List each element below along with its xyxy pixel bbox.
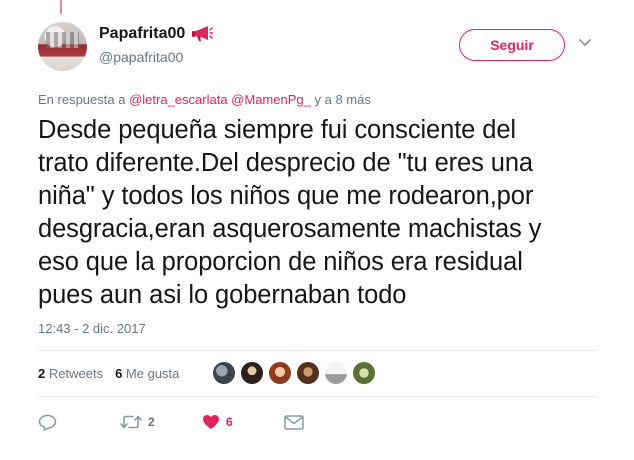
heart-icon [203, 415, 219, 429]
mention-link[interactable]: @letra_escarlata [129, 92, 227, 107]
reply-context-suffix[interactable]: y a 8 más [314, 92, 370, 107]
direct-message-button[interactable] [284, 414, 304, 430]
name-row: Papafrita00 [99, 25, 214, 43]
liker-avatar[interactable] [296, 361, 320, 385]
likes-stat[interactable]: 6 Me gusta [115, 366, 179, 381]
liker-avatar[interactable] [212, 361, 236, 385]
retweet-count: 2 [148, 415, 155, 429]
tweet-text-line: desgracia,eran asquerosamente machistas … [38, 215, 542, 243]
reply-context: En respuesta a @letra_escarlata @MamenPg… [38, 92, 371, 107]
tweet-text-line: eso que la proporcion de niños era resid… [38, 248, 523, 276]
tweet-header: Papafrita00 @papafrita00 Seguir [38, 22, 614, 78]
avatar[interactable] [38, 22, 87, 71]
retweets-stat-label: Retweets [48, 366, 104, 381]
tweet-text-line: pues aun asi lo gobernaban todo [38, 281, 407, 309]
tweet-timestamp[interactable]: 12:43 - 2 dic. 2017 [38, 321, 146, 336]
envelope-icon [284, 414, 304, 430]
like-count: 6 [226, 415, 233, 429]
reply-context-prefix: En respuesta a [38, 92, 126, 107]
tweet-text-line: Desde pequeña siempre fui consciente del [38, 116, 516, 144]
follow-button[interactable]: Seguir [459, 29, 565, 61]
likes-stat-label: Me gusta [125, 366, 180, 381]
retweet-button[interactable]: 2 [120, 414, 155, 430]
likes-stat-count: 6 [115, 366, 123, 381]
tweet-text: Desde pequeña siempre fui consciente del… [38, 114, 598, 312]
retweets-stat-count: 2 [38, 366, 46, 381]
tweet-text-line: niña" y todos los niños que me rodearon,… [38, 182, 534, 210]
reply-button[interactable] [38, 414, 57, 431]
chevron-down-icon[interactable] [578, 38, 592, 48]
liker-avatar[interactable] [240, 361, 264, 385]
liker-avatar[interactable] [352, 361, 376, 385]
divider [38, 396, 597, 397]
user-handle[interactable]: @papafrita00 [99, 49, 183, 65]
reply-icon [38, 414, 57, 431]
display-name[interactable]: Papafrita00 [99, 25, 185, 43]
tweet-stats: 2 Retweets 6 Me gusta [38, 366, 179, 381]
liker-avatar[interactable] [268, 361, 292, 385]
divider [38, 350, 597, 351]
megaphone-icon [192, 26, 214, 41]
liker-avatars [212, 361, 376, 385]
thread-connector-line [60, 0, 62, 14]
liker-avatar[interactable] [324, 361, 348, 385]
mention-link[interactable]: @MamenPg_ [231, 92, 311, 107]
like-button[interactable]: 6 [202, 414, 233, 430]
retweets-stat[interactable]: 2 Retweets [38, 366, 103, 381]
retweet-icon [120, 415, 142, 429]
tweet-text-line: trato diferente.Del desprecio de "tu ere… [38, 149, 534, 177]
